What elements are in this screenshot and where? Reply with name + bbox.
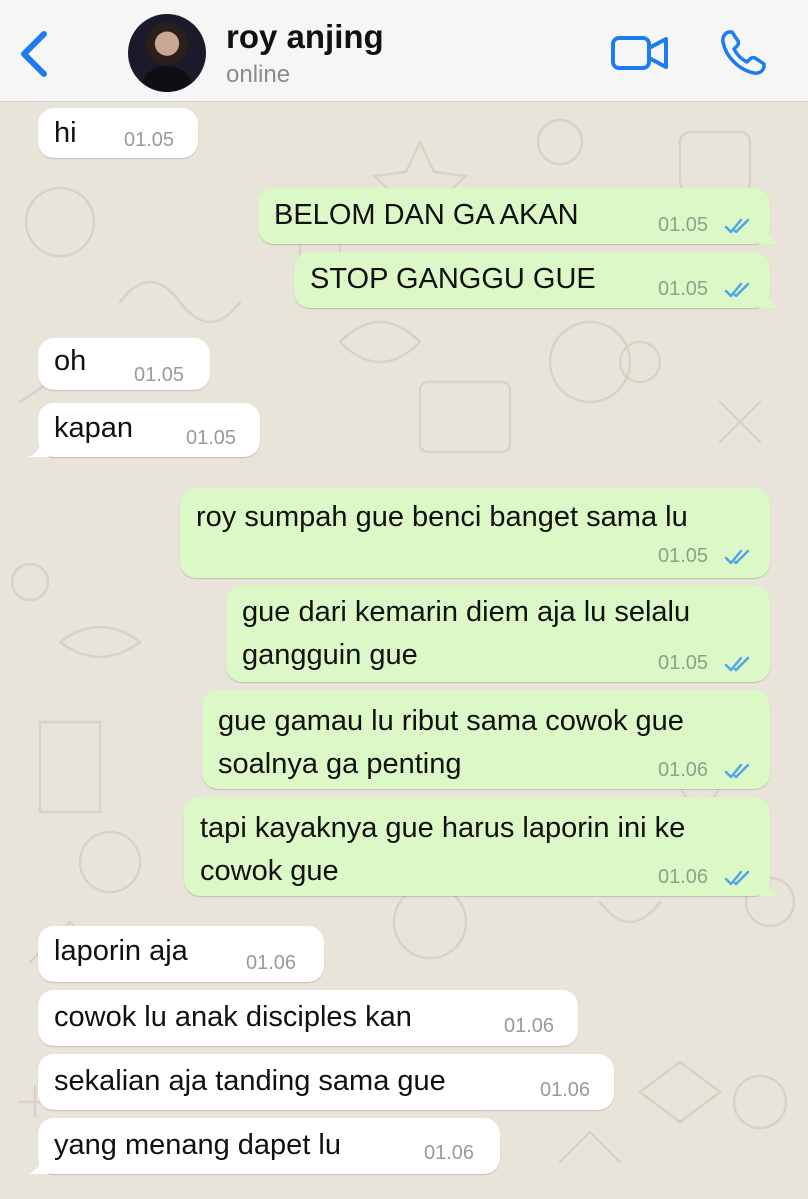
outgoing-message[interactable]: roy sumpah gue benci banget sama lu 01.05 [180,488,770,578]
message-text: yang menang dapet lu [54,1124,341,1167]
message-text-line: gue dari kemarin diem aja lu selalu [242,596,691,628]
message-text: gue gamau lu ribut sama cowok gue soalnya… [218,700,684,786]
outgoing-message[interactable]: gue dari kemarin diem aja lu selalu gangg… [226,585,770,682]
incoming-message[interactable]: sekalian aja tanding sama gue 01.06 [38,1054,614,1110]
bubble-tail [29,439,49,457]
message-timestamp: 01.06 [246,952,297,974]
contact-status: online [226,61,291,88]
message-text-line: cowok gue [200,855,339,887]
outgoing-message[interactable]: tapi kayaknya gue harus laporin ini ke co… [184,797,779,896]
message-timestamp: 01.05 [186,427,237,449]
message-text: sekalian aja tanding sama gue [54,1060,446,1103]
double-check-icon [724,763,750,779]
message-timestamp: 01.05 [658,214,709,236]
message-text: kapan [54,407,133,450]
message-text: gue dari kemarin diem aja lu selalu gangg… [242,591,690,677]
incoming-message[interactable]: hi 01.05 [38,108,198,158]
message-timestamp: 01.06 [504,1015,555,1037]
contact-name[interactable]: roy anjing [226,18,384,56]
message-timestamp: 01.06 [540,1079,591,1101]
chat-header: roy anjing online [0,0,808,102]
double-check-icon [724,218,750,234]
back-chevron-icon[interactable] [14,28,54,80]
message-text-line: gangguin gue [242,639,418,671]
message-timestamp: 01.05 [658,652,709,674]
message-text-line: STOP GANGGU GUE [310,263,596,295]
message-text-line: yang menang dapet lu [54,1129,341,1161]
phone-call-icon[interactable] [718,28,768,78]
double-check-icon [724,282,750,298]
message-timestamp: 01.05 [124,129,175,151]
message-text-line: soalnya ga penting [218,748,462,780]
message-timestamp: 01.06 [424,1142,475,1164]
message-text: laporin aja [54,930,188,973]
message-text-line: cowok lu anak disciples kan [54,1001,412,1033]
contact-avatar[interactable] [128,14,206,92]
message-text: oh [54,340,86,383]
message-text-line: kapan [54,412,134,444]
message-timestamp: 01.05 [658,545,709,567]
message-text: BELOM DAN GA AKAN [274,194,579,237]
incoming-message[interactable]: kapan 01.05 [29,403,260,457]
outgoing-message[interactable]: STOP GANGGU GUE 01.05 [294,252,779,308]
bubble-tail [759,290,779,308]
message-text-line: tapi kayaknya gue harus laporin ini ke [200,812,686,844]
bubble-tail [759,226,779,244]
video-call-icon[interactable] [610,30,670,78]
message-text-line: laporin aja [54,935,188,967]
incoming-message[interactable]: laporin aja 01.06 [38,926,324,982]
incoming-message[interactable]: cowok lu anak disciples kan 01.06 [38,990,578,1046]
message-timestamp: 01.06 [658,759,709,781]
message-text-line: gue gamau lu ribut sama cowok gue [218,705,684,737]
outgoing-message[interactable]: gue gamau lu ribut sama cowok gue soalnya… [202,690,770,789]
double-check-icon [724,549,750,565]
incoming-message[interactable]: yang menang dapet lu 01.06 [29,1118,500,1174]
double-check-icon [724,870,750,886]
message-text: hi [54,112,77,155]
message-timestamp: 01.06 [658,866,709,888]
message-text-line: sekalian aja tanding sama gue [54,1065,446,1097]
message-text-line: hi [54,117,77,149]
outgoing-message[interactable]: BELOM DAN GA AKAN 01.05 [258,188,779,244]
bubble-tail [29,1156,49,1174]
message-text-line: BELOM DAN GA AKAN [274,199,579,231]
message-text: roy sumpah gue benci banget sama lu [196,496,688,539]
message-text-line: oh [54,345,87,377]
message-text: cowok lu anak disciples kan [54,996,412,1039]
message-text: tapi kayaknya gue harus laporin ini ke co… [200,807,685,893]
bubble-tail [759,878,779,896]
message-timestamp: 01.05 [134,364,185,386]
message-text: STOP GANGGU GUE [310,258,596,301]
double-check-icon [724,656,750,672]
incoming-message[interactable]: oh 01.05 [38,338,210,390]
message-timestamp: 01.05 [658,278,709,300]
message-text-line: roy sumpah gue benci banget sama lu [196,501,688,533]
